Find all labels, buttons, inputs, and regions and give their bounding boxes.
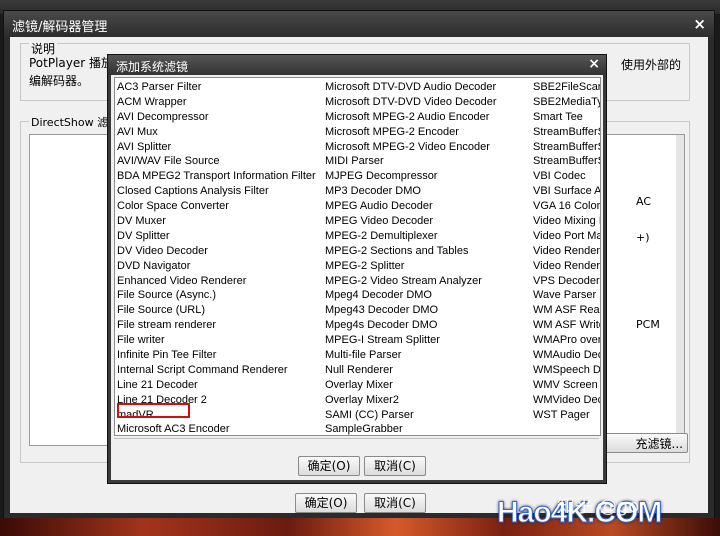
filter-list-item[interactable]: MIDI Parser	[325, 154, 530, 169]
system-filter-list[interactable]: AC3 Parser Filter ACM Wrapper AVI Decompre…	[114, 77, 601, 436]
dialog-title-bar[interactable]: 添加系统滤镜 ×	[108, 55, 606, 75]
filter-list-item[interactable]: VGA 16 Color D	[533, 199, 600, 214]
madvr-highlight-box	[117, 403, 190, 418]
filter-list-item[interactable]: Mpeg43 Decoder DMO	[325, 303, 530, 318]
dialog-title: 添加系统滤镜	[116, 60, 189, 74]
filter-list-item[interactable]: WMV Screen d	[533, 378, 600, 393]
filter-list-item[interactable]: Microsoft MPEG-2 Audio Encoder	[325, 110, 530, 125]
filter-list-item[interactable]: MPEG-2 Demultiplexer	[325, 229, 530, 244]
filter-list-item[interactable]: AC3 Parser Filter	[117, 80, 322, 95]
filter-list-item[interactable]: StreamBufferSi	[533, 154, 600, 169]
filter-list-item[interactable]: Smart Tee	[533, 110, 600, 125]
filter-list-item[interactable]: SAMI (CC) Parser	[325, 408, 530, 423]
filter-list-item[interactable]: VBI Surface All	[533, 184, 600, 199]
filter-list-item[interactable]: Overlay Mixer	[325, 378, 530, 393]
filter-list-item[interactable]: Internal Script Command Renderer	[117, 363, 322, 378]
filter-column-3: SBE2FileScanSBE2MediaTypSmart TeeStreamB…	[533, 80, 600, 435]
filter-list-item[interactable]: WM ASF Reade	[533, 303, 600, 318]
watermark: Hao4K.COM 知乎 @go	[496, 490, 720, 536]
filter-list-item[interactable]: DV Splitter	[117, 229, 322, 244]
filter-list-item[interactable]: AVI/WAV File Source	[117, 154, 322, 169]
filter-list-item[interactable]: MPEG-2 Video Stream Analyzer	[325, 274, 530, 289]
filter-list-item[interactable]: WMAPro over	[533, 333, 600, 348]
dialog-body: AC3 Parser Filter ACM Wrapper AVI Decompre…	[111, 75, 603, 480]
filter-list-item[interactable]: MPEG-I Stream Splitter	[325, 333, 530, 348]
cancel-button[interactable]: 取消(C)	[364, 493, 426, 513]
description-legend: 说明	[29, 40, 58, 57]
scrollbar[interactable]	[676, 135, 684, 445]
filter-list-item[interactable]: Video Rendere	[533, 244, 600, 259]
filter-list-item[interactable]: WMSpeech De	[533, 363, 600, 378]
filter-list-item[interactable]: AVI Decompressor	[117, 110, 322, 125]
filter-list-item[interactable]: StreamBufferSi	[533, 140, 600, 155]
filter-list-item[interactable]: File Source (URL)	[117, 303, 322, 318]
list-item[interactable]: PCM	[636, 318, 660, 331]
zhihu-watermark: 知乎 @go	[557, 496, 640, 517]
filter-list-item[interactable]: Microsoft AC3 Encoder	[117, 422, 322, 435]
filter-list-item[interactable]: Color Space Converter	[117, 199, 322, 214]
filter-list-item[interactable]: DV Video Decoder	[117, 244, 322, 259]
filter-list-item[interactable]: MP3 Decoder DMO	[325, 184, 530, 199]
filter-list-item[interactable]: Video Port Ma	[533, 229, 600, 244]
filter-list-item[interactable]: Null Renderer	[325, 363, 530, 378]
filter-list-item[interactable]: Infinite Pin Tee Filter	[117, 348, 322, 363]
filter-list-item[interactable]: DVD Navigator	[117, 259, 322, 274]
filter-list-item[interactable]: Enhanced Video Renderer	[117, 274, 322, 289]
filter-list-item[interactable]	[533, 422, 600, 435]
filter-list-item[interactable]: WMVideo Dec	[533, 393, 600, 408]
add-system-filter-dialog: 添加系统滤镜 × AC3 Parser Filter ACM Wrapper AVI…	[107, 54, 607, 484]
dialog-title-bar[interactable]: 滤镜/解码器管理 ×	[4, 11, 714, 37]
filter-list-item[interactable]: SBE2FileScan	[533, 80, 600, 95]
filter-column-1: AC3 Parser Filter ACM Wrapper AVI Decompre…	[117, 80, 322, 435]
filter-list-item[interactable]: Line 21 Decoder	[117, 378, 322, 393]
filter-list-item[interactable]: MPEG Audio Decoder	[325, 199, 530, 214]
filter-list-item[interactable]: Mpeg4s Decoder DMO	[325, 318, 530, 333]
dialog-title: 滤镜/解码器管理	[12, 20, 108, 35]
filter-list-item[interactable]: Multi-file Parser	[325, 348, 530, 363]
filter-list-item[interactable]: Mpeg4 Decoder DMO	[325, 288, 530, 303]
description-text-line2: 编解码器。	[29, 74, 90, 88]
filter-list-item[interactable]: Video Rendere	[533, 259, 600, 274]
divider	[114, 438, 599, 439]
filter-list-item[interactable]: StreamBufferSi	[533, 125, 600, 140]
filter-list-item[interactable]: ACM Wrapper	[117, 95, 322, 110]
filter-list-item[interactable]: WST Pager	[533, 408, 600, 423]
filter-list-item[interactable]: AVI Splitter	[117, 140, 322, 155]
filter-list-item[interactable]: WMAudio Dec	[533, 348, 600, 363]
filter-list-item[interactable]: Overlay Mixer2	[325, 393, 530, 408]
filter-list-item[interactable]: Wave Parser	[533, 288, 600, 303]
filter-list-item[interactable]: Microsoft MPEG-2 Video Encoder	[325, 140, 530, 155]
filter-list-item[interactable]: AVI Mux	[117, 125, 322, 140]
filter-list-item[interactable]: DV Muxer	[117, 214, 322, 229]
filter-list-item[interactable]: File Source (Async.)	[117, 288, 322, 303]
add-filter-button[interactable]: 充滤镜...	[600, 433, 688, 453]
filter-list-item[interactable]: MJPEG Decompressor	[325, 169, 530, 184]
filter-list-item[interactable]: File stream renderer	[117, 318, 322, 333]
filter-list-item[interactable]: Video Mixing R	[533, 214, 600, 229]
filter-list-item[interactable]: VBI Codec	[533, 169, 600, 184]
filter-list-item[interactable]: MPEG-2 Sections and Tables	[325, 244, 530, 259]
ok-button[interactable]: 确定(O)	[295, 493, 357, 513]
filter-list-item[interactable]: SampleGrabber	[325, 422, 530, 435]
filter-list-item[interactable]: File writer	[117, 333, 322, 348]
filter-list-item[interactable]: WM ASF Write	[533, 318, 600, 333]
ok-button[interactable]: 确定(O)	[298, 456, 360, 476]
filter-list-item[interactable]: SBE2MediaTyp	[533, 95, 600, 110]
filter-column-2: Microsoft DTV-DVD Audio Decoder Microsoft…	[325, 80, 530, 435]
filter-list-item[interactable]: MPEG Video Decoder	[325, 214, 530, 229]
filter-list-item[interactable]: MPEG-2 Splitter	[325, 259, 530, 274]
filter-list-item[interactable]: VPS Decoder	[533, 274, 600, 289]
description-text-right: 使用外部的	[620, 58, 681, 72]
filter-list-item[interactable]: Closed Captions Analysis Filter	[117, 184, 322, 199]
filter-list-item[interactable]: Microsoft DTV-DVD Audio Decoder	[325, 80, 530, 95]
filter-list-item[interactable]: Microsoft MPEG-2 Encoder	[325, 125, 530, 140]
list-item[interactable]: +)	[636, 231, 650, 244]
list-item[interactable]: AC	[636, 195, 651, 208]
filter-list-item[interactable]: Microsoft DTV-DVD Video Decoder	[325, 95, 530, 110]
cancel-button[interactable]: 取消(C)	[364, 456, 426, 476]
close-icon[interactable]: ×	[693, 15, 706, 33]
close-icon[interactable]: ×	[588, 56, 600, 72]
filter-list-item[interactable]: BDA MPEG2 Transport Information Filter	[117, 169, 322, 184]
